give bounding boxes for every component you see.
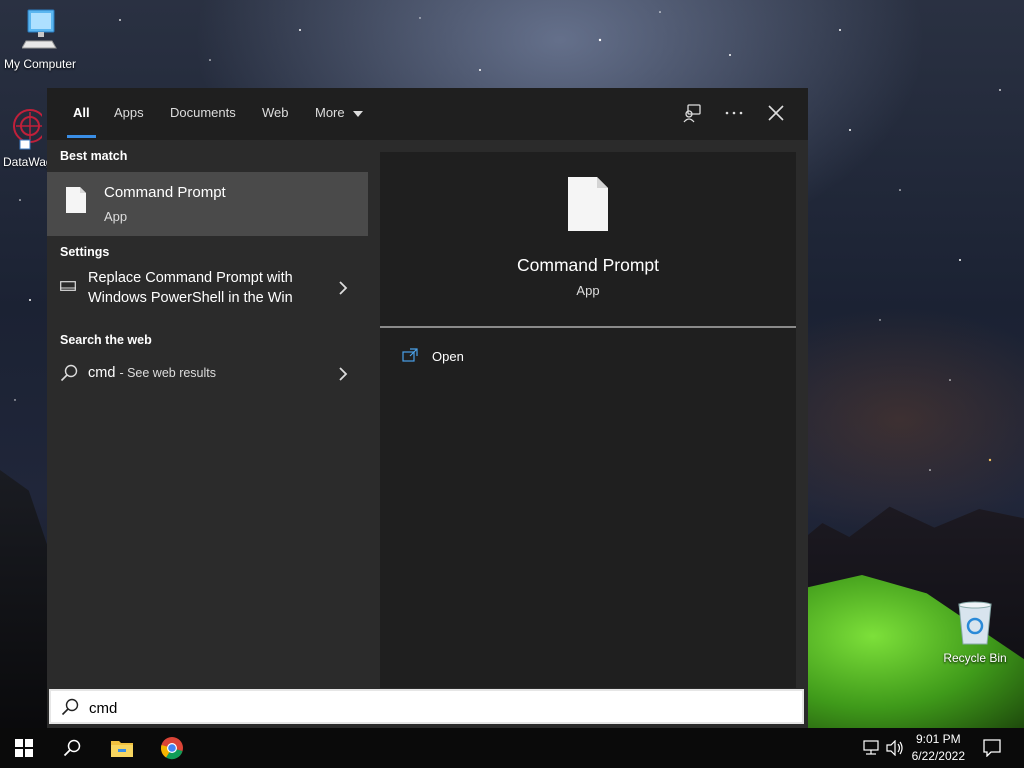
section-search-web: Search the web [60, 333, 152, 347]
taskbar: 9:01 PM 6/22/2022 [0, 728, 1024, 768]
network-icon[interactable] [862, 740, 880, 756]
tab-more[interactable]: More [315, 88, 364, 140]
more-options-icon[interactable] [723, 102, 745, 124]
start-button[interactable] [0, 728, 48, 768]
preview-divider [380, 326, 796, 328]
tab-all[interactable]: All [67, 88, 96, 140]
open-icon [402, 348, 418, 362]
best-match-type: App [104, 209, 128, 224]
web-result-suffix: - See web results [119, 366, 217, 380]
search-icon [60, 364, 78, 382]
search-tabs-bar: All Apps Documents Web More [47, 88, 808, 140]
taskbar-clock[interactable]: 9:01 PM 6/22/2022 [912, 731, 965, 765]
computer-icon [21, 9, 57, 49]
section-settings: Settings [60, 245, 110, 259]
tab-more-label: More [315, 105, 345, 120]
tab-documents[interactable]: Documents [170, 88, 236, 140]
tab-web[interactable]: Web [262, 88, 289, 140]
open-action-label: Open [432, 349, 464, 364]
web-result-cmd[interactable]: cmd - See web results [47, 352, 368, 396]
chrome-icon [160, 737, 183, 760]
chevron-right-icon [339, 367, 348, 381]
search-icon [61, 698, 79, 716]
desktop-icon-datawag[interactable]: DataWag [0, 106, 53, 169]
file-icon-large [568, 177, 608, 231]
search-icon [63, 739, 81, 757]
recycle-bin-icon [958, 601, 992, 645]
search-input[interactable] [87, 697, 791, 719]
volume-icon[interactable] [886, 740, 904, 756]
preview-pane: Command Prompt App Open [380, 152, 796, 688]
folder-icon [111, 741, 133, 757]
settings-item-line2: Windows PowerShell in the Win [88, 290, 293, 306]
desktop-icon-label: My Computer [3, 57, 77, 71]
feedback-icon[interactable] [681, 102, 703, 124]
web-result-query: cmd [88, 365, 116, 381]
chevron-down-icon [353, 110, 364, 117]
settings-item-replace-cmd[interactable]: Replace Command Prompt with Windows Powe… [47, 264, 368, 312]
preview-title: Command Prompt [517, 255, 659, 275]
file-icon [66, 187, 86, 213]
desktop-icon-label: DataWag [3, 155, 53, 169]
desktop-icon-recycle-bin[interactable]: Recycle Bin [940, 600, 1010, 665]
chevron-right-icon [339, 281, 348, 295]
search-box[interactable] [49, 689, 804, 724]
results-list: Best match Command Prompt App Settings R… [47, 140, 368, 688]
taskbar-file-explorer[interactable] [98, 728, 146, 768]
monitor-icon [60, 281, 76, 291]
clock-date: 6/22/2022 [911, 749, 965, 763]
clock-time: 9:01 PM [915, 732, 961, 746]
best-match-command-prompt[interactable]: Command Prompt App [47, 172, 368, 236]
section-best-match: Best match [60, 149, 128, 163]
tab-apps[interactable]: Apps [114, 88, 144, 140]
wallpaper-rock [0, 470, 48, 728]
windows-logo-icon [15, 739, 33, 757]
notifications-icon[interactable] [983, 739, 1001, 757]
datawag-icon [13, 109, 47, 150]
settings-item-line1: Replace Command Prompt with [88, 270, 293, 286]
taskbar-search-button[interactable] [48, 728, 96, 768]
close-icon[interactable] [765, 102, 787, 124]
best-match-name: Command Prompt [104, 184, 226, 201]
desktop-icon-label: Recycle Bin [943, 651, 1007, 665]
start-search-panel: All Apps Documents Web More Best match C… [47, 88, 808, 728]
desktop-icon-my-computer[interactable]: My Computer [0, 8, 80, 71]
preview-type: App [576, 283, 600, 298]
taskbar-chrome[interactable] [148, 728, 196, 768]
